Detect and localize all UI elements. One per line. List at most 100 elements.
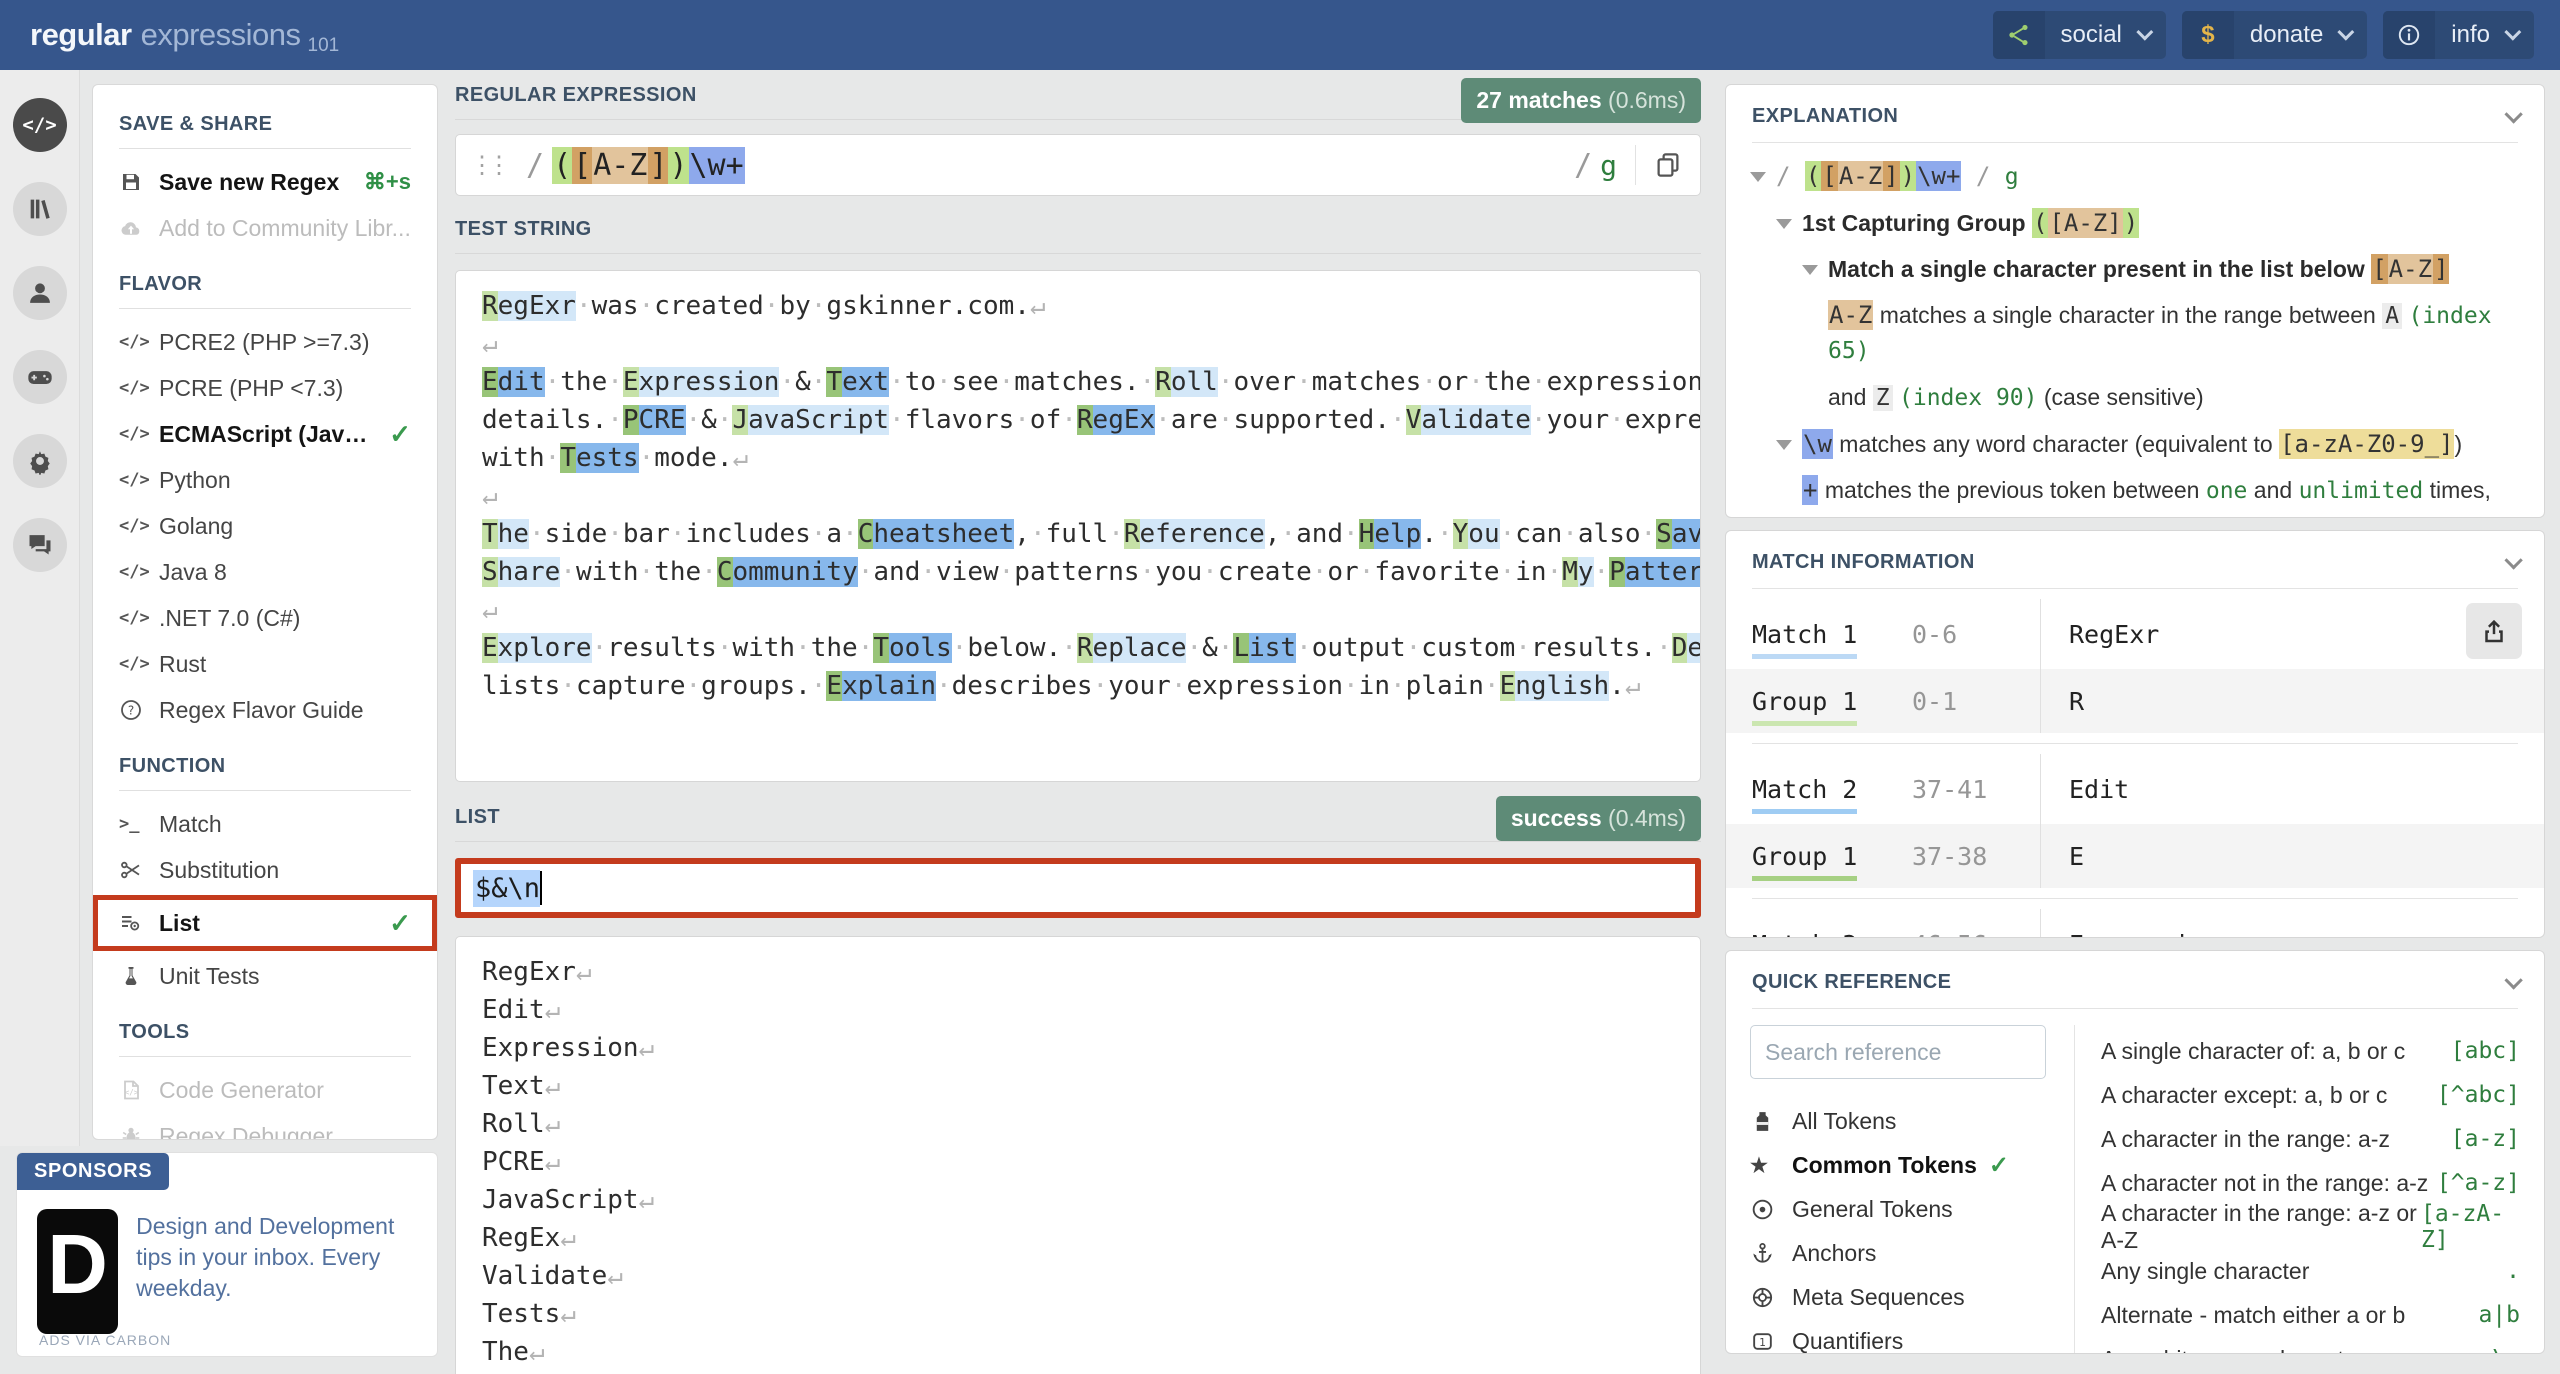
explanation-row[interactable]: \w matches any word character (equivalen… — [1750, 427, 2520, 461]
match-highlight[interactable]: Edit — [482, 367, 545, 397]
sidebar-item-java-8[interactable]: </>Java 8 — [119, 549, 411, 595]
drag-handle-icon[interactable]: ⋮⋮ — [470, 151, 504, 179]
sidebar-item-substitution[interactable]: Substitution — [119, 847, 411, 893]
regex-pattern[interactable]: ([A-Z])\w+ — [552, 148, 1566, 183]
match-highlight[interactable]: Cheatsheet — [858, 519, 1015, 549]
rail-code-slash-icon[interactable]: </> — [13, 98, 67, 152]
sidebar-item-python[interactable]: </>Python — [119, 457, 411, 503]
group-row[interactable]: Group 137-38E — [1726, 824, 2544, 888]
match-highlight[interactable]: Explore — [482, 633, 592, 663]
explanation-row[interactable]: / ([A-Z])\w+ / g — [1750, 159, 2520, 194]
copy-icon[interactable] — [1636, 150, 1700, 180]
chevron-down-icon[interactable] — [2504, 105, 2522, 123]
reference-token-row[interactable]: Any whitespace character\s — [2101, 1337, 2520, 1354]
test-string-editor[interactable]: RegExr·was·created·by·gskinner.com.↵↵Edi… — [455, 270, 1701, 782]
match-highlight[interactable]: English — [1500, 671, 1610, 701]
reference-category-meta-sequences[interactable]: Meta Sequences — [1750, 1275, 2068, 1319]
sidebar-item-unit-tests[interactable]: Unit Tests — [119, 953, 411, 999]
match-highlight[interactable]: Help — [1359, 519, 1422, 549]
reference-category-common-tokens[interactable]: ★Common Tokens✓ — [1750, 1143, 2068, 1187]
reference-token-row[interactable]: A character except: a, b or c[^abc] — [2101, 1073, 2520, 1117]
ads-via-carbon-label[interactable]: ADS VIA CARBON — [39, 1332, 171, 1348]
reference-category-general-tokens[interactable]: General Tokens — [1750, 1187, 2068, 1231]
search-reference-input[interactable] — [1750, 1025, 2046, 1079]
rail-library-icon[interactable] — [13, 182, 67, 236]
reference-category-all-tokens[interactable]: All Tokens — [1750, 1099, 2068, 1143]
collapse-triangle-icon[interactable] — [1776, 219, 1792, 229]
sidebar-item-ecmascript-javas[interactable]: </>ECMAScript (JavaS...✓ — [119, 411, 411, 457]
donate-button[interactable]: $donate — [2182, 11, 2367, 59]
match-highlight[interactable]: Details — [1672, 633, 1701, 663]
regex-input[interactable]: ⋮⋮ / ([A-Z])\w+ / g — [455, 134, 1701, 196]
explanation-row[interactable]: Match a single character present in the … — [1750, 252, 2520, 286]
reference-token-row[interactable]: A character in the range: a-z[a-z] — [2101, 1117, 2520, 1161]
chevron-down-icon[interactable] — [2504, 551, 2522, 569]
list-template-value[interactable]: $&\n — [473, 870, 540, 907]
explanation-row[interactable]: and Z (index 90) (case sensitive) — [1750, 380, 2520, 415]
reference-token-row[interactable]: A character in the range: a-z or A-Z[a-z… — [2101, 1205, 2520, 1249]
collapse-triangle-icon[interactable] — [1776, 440, 1792, 450]
sidebar-item-pcre-php-7-3[interactable]: </>PCRE (PHP <7.3) — [119, 365, 411, 411]
match-highlight[interactable]: Share — [482, 557, 560, 587]
rail-user-icon[interactable] — [13, 266, 67, 320]
match-highlight[interactable]: Save — [1656, 519, 1701, 549]
reference-token-row[interactable]: A character not in the range: a-z[^a-z] — [2101, 1161, 2520, 1205]
explanation-row[interactable]: A-Z matches a single character in the ra… — [1750, 298, 2520, 368]
match-row[interactable]: Match 237-41Edit — [1726, 754, 2544, 824]
rail-gamepad-icon[interactable] — [13, 350, 67, 404]
match-row[interactable]: Match 346-56Expression — [1726, 909, 2544, 938]
collapse-triangle-icon[interactable] — [1750, 172, 1766, 182]
match-highlight[interactable]: Patterns — [1609, 557, 1701, 587]
collapse-triangle-icon[interactable] — [1802, 265, 1818, 275]
match-highlight[interactable]: Tools — [873, 633, 951, 663]
list-output[interactable]: RegExr↵Edit↵Expression↵Text↵Roll↵PCRE↵Ja… — [455, 936, 1701, 1374]
match-highlight[interactable]: Reference — [1124, 519, 1265, 549]
sponsor-text[interactable]: Design and Development tips in your inbo… — [136, 1209, 419, 1334]
match-highlight[interactable]: RegExr — [482, 291, 576, 321]
reference-category-quantifiers[interactable]: 1Quantifiers — [1750, 1319, 2068, 1354]
match-highlight[interactable]: Tests — [560, 443, 638, 473]
global-flag[interactable]: g — [1600, 149, 1617, 182]
social-button[interactable]: social — [1993, 11, 2166, 59]
match-highlight[interactable]: Replace — [1077, 633, 1187, 663]
sidebar-item-pcre2-php-7-3[interactable]: </>PCRE2 (PHP >=7.3) — [119, 319, 411, 365]
sidebar-item-regex-flavor-guide[interactable]: ?Regex Flavor Guide — [119, 687, 411, 733]
export-matches-icon[interactable] — [2466, 603, 2522, 659]
sidebar-item-golang[interactable]: </>Golang — [119, 503, 411, 549]
match-highlight[interactable]: Explain — [826, 671, 936, 701]
match-highlight[interactable]: The — [482, 519, 529, 549]
match-highlight[interactable]: My — [1562, 557, 1593, 587]
match-highlight[interactable]: Text — [826, 367, 889, 397]
sidebar-item-match[interactable]: >_Match — [119, 801, 411, 847]
sidebar-item-list[interactable]: List✓ — [119, 900, 411, 946]
sponsor-logo[interactable]: D — [37, 1209, 118, 1334]
group-row[interactable]: Group 10-1R — [1726, 669, 2544, 733]
chevron-down-icon[interactable] — [2504, 971, 2522, 989]
match-row[interactable]: Match 10-6RegExr — [1726, 599, 2544, 669]
sidebar-item-net-7-0-c[interactable]: </>.NET 7.0 (C#) — [119, 595, 411, 641]
rail-chat-icon[interactable] — [13, 518, 67, 572]
reference-token-row[interactable]: Alternate - match either a or ba|b — [2101, 1293, 2520, 1337]
sidebar-item-code-generator[interactable]: </>Code Generator — [119, 1067, 411, 1113]
explanation-row[interactable]: + matches the previous token between one… — [1750, 473, 2520, 518]
match-highlight[interactable]: PCRE — [623, 405, 686, 435]
reference-category-anchors[interactable]: Anchors — [1750, 1231, 2068, 1275]
rail-gear-icon[interactable] — [13, 434, 67, 488]
match-highlight[interactable]: Community — [717, 557, 858, 587]
explanation-row[interactable]: 1st Capturing Group ([A-Z]) — [1750, 206, 2520, 240]
list-template-input[interactable]: $&\n — [455, 858, 1701, 918]
match-highlight[interactable]: Roll — [1155, 367, 1218, 397]
sidebar-item-save-new-regex[interactable]: Save new Regex⌘+s — [119, 159, 411, 205]
sidebar-item-rust[interactable]: </>Rust — [119, 641, 411, 687]
sidebar-item-add-to-community-libr[interactable]: Add to Community Libr... — [119, 205, 411, 251]
reference-token-row[interactable]: A single character of: a, b or c[abc] — [2101, 1029, 2520, 1073]
match-highlight[interactable]: RegEx — [1077, 405, 1155, 435]
match-highlight[interactable]: JavaScript — [732, 405, 889, 435]
match-highlight[interactable]: List — [1233, 633, 1296, 663]
reference-token-row[interactable]: Any single character. — [2101, 1249, 2520, 1293]
match-highlight[interactable]: Expression — [623, 367, 780, 397]
info-button[interactable]: info — [2383, 11, 2534, 59]
match-highlight[interactable]: Validate — [1406, 405, 1531, 435]
regex-flags[interactable]: / g — [1566, 148, 1635, 183]
match-highlight[interactable]: You — [1453, 519, 1500, 549]
